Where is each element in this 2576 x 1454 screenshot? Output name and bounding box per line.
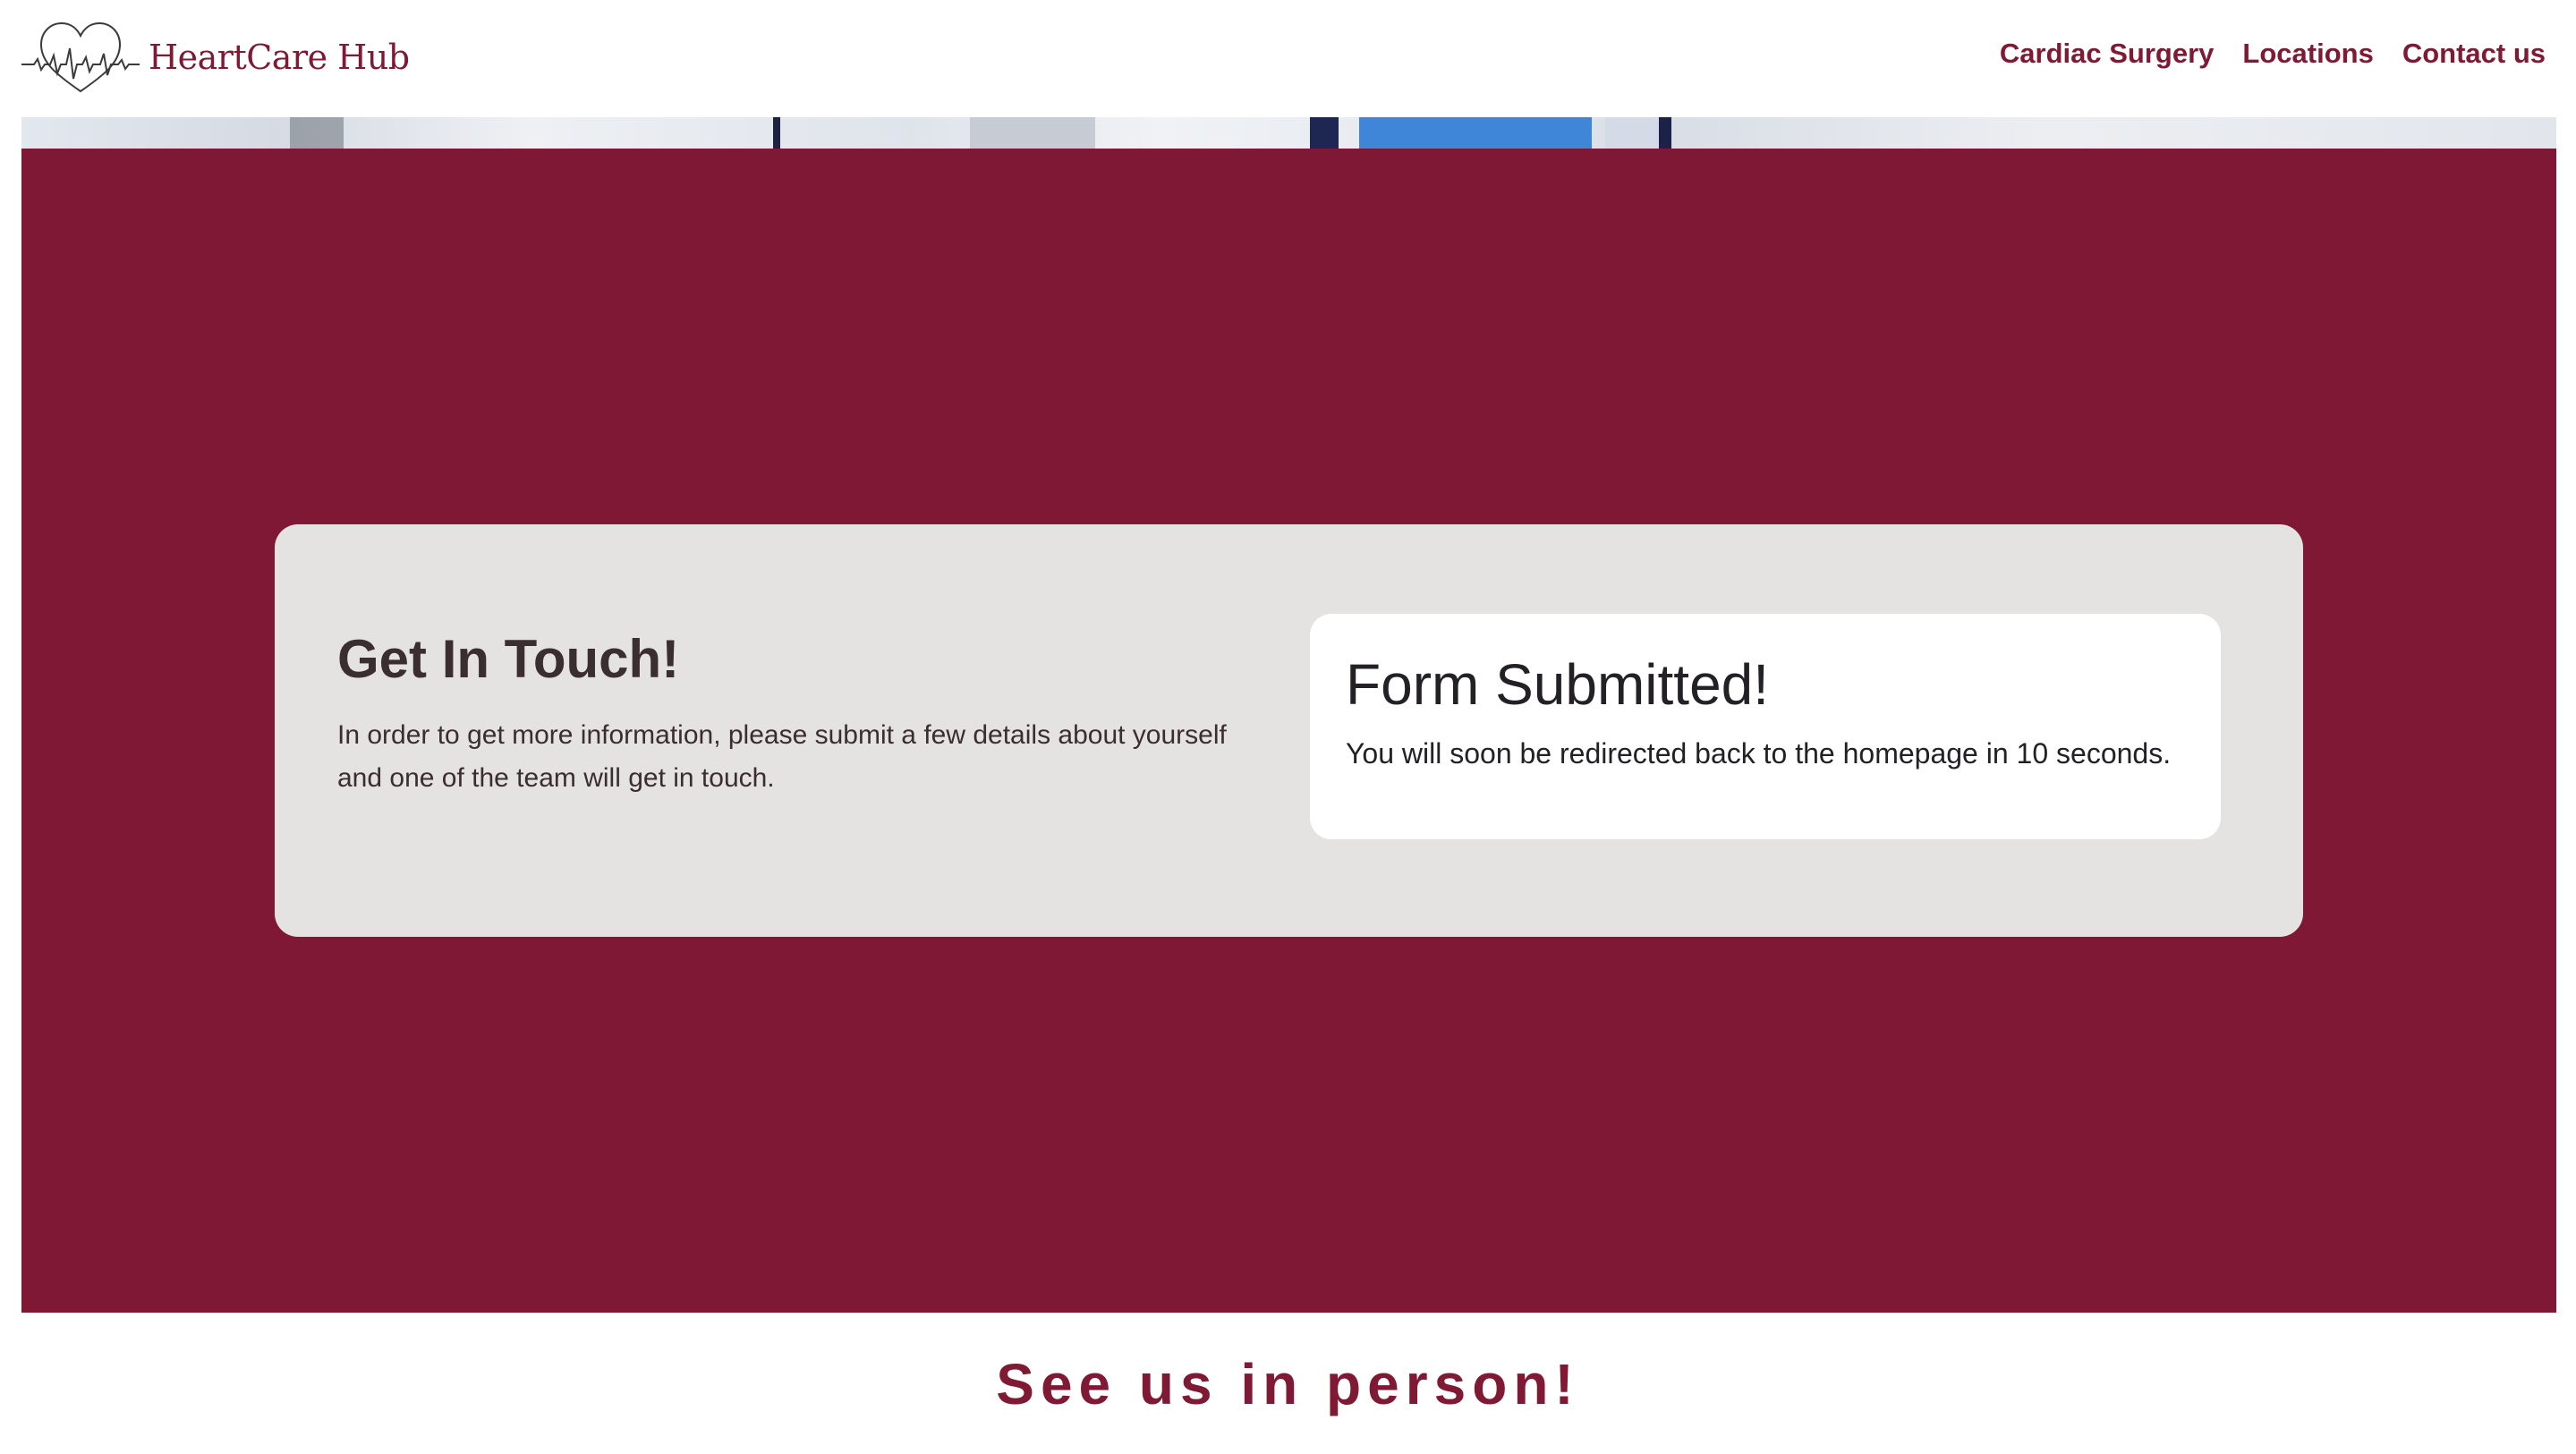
hero-image-detail	[1605, 117, 1659, 149]
hero-image-detail	[290, 117, 344, 149]
contact-card: Get In Touch! In order to get more infor…	[275, 524, 2303, 937]
hero-image-detail	[1659, 117, 1671, 149]
contact-title: Get In Touch!	[337, 629, 680, 689]
contact-section: Get In Touch! In order to get more infor…	[21, 149, 2556, 1313]
form-submitted-title: Form Submitted!	[1346, 652, 1770, 717]
brand-name: HeartCare Hub	[149, 38, 410, 77]
main-nav: Cardiac Surgery Locations Contact us	[2000, 38, 2546, 70]
hero-image-detail	[1310, 117, 1339, 149]
contact-description: In order to get more information, please…	[337, 720, 1227, 793]
nav-link-cardiac-surgery[interactable]: Cardiac Surgery	[2000, 38, 2215, 70]
form-submitted-panel: Form Submitted! You will soon be redirec…	[1310, 614, 2221, 839]
nav-link-locations[interactable]: Locations	[2242, 38, 2373, 70]
hero-image-detail	[773, 117, 780, 149]
hero-image-detail	[970, 117, 1095, 149]
locations-section-title: See us in person!	[996, 1352, 1580, 1416]
hero-image-detail	[1359, 117, 1592, 149]
heart-heartbeat-icon	[21, 21, 140, 93]
nav-link-contact-us[interactable]: Contact us	[2402, 38, 2546, 70]
home-logo-link[interactable]: HeartCare Hub	[21, 20, 410, 95]
redirect-message: You will soon be redirected back to the …	[1346, 737, 2172, 770]
hero-image	[21, 117, 2556, 149]
site-header: HeartCare Hub Cardiac Surgery Locations …	[0, 0, 2576, 117]
